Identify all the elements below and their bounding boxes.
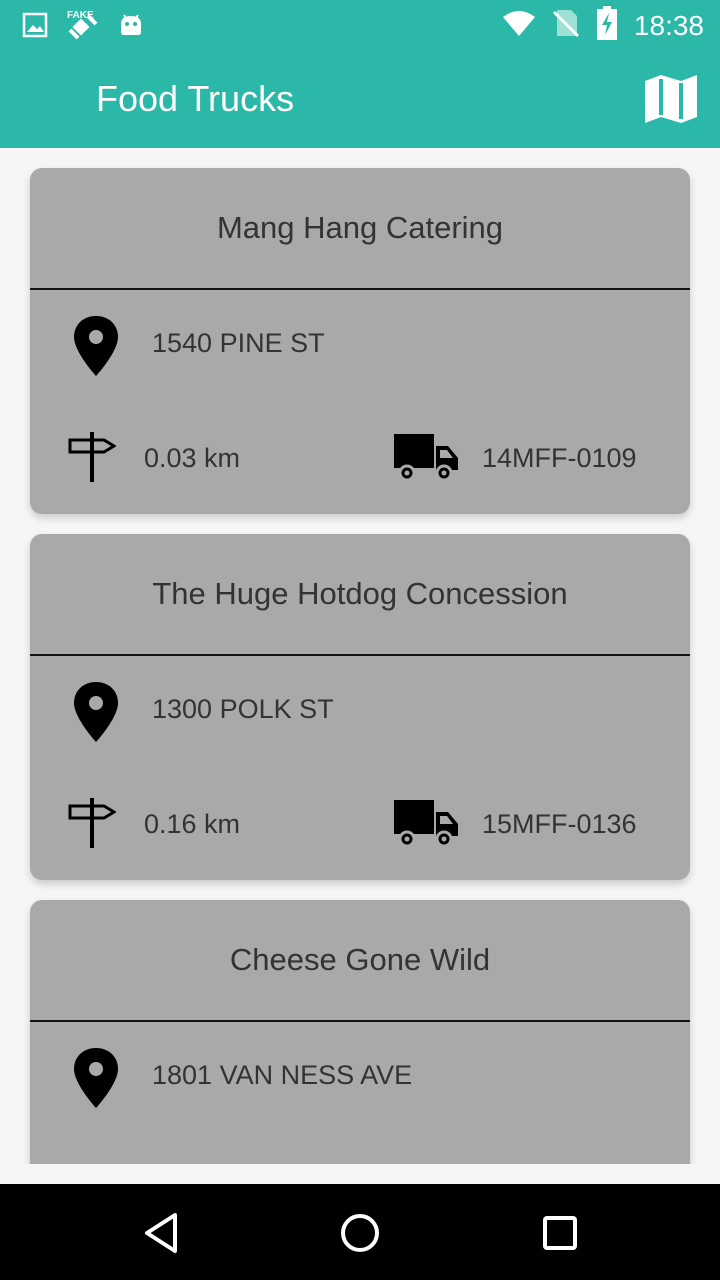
no-sim-icon [552,8,580,43]
truck-distance: 0.16 km [144,809,241,839]
fake-gps-icon: FAKE [66,8,100,47]
wifi-icon [502,9,536,42]
food-truck-list[interactable]: Mang Hang Catering 1540 PINE ST 0.03 km … [0,148,720,1164]
status-bar: FAKE 18:38 [0,0,720,48]
truck-card[interactable]: Mang Hang Catering 1540 PINE ST 0.03 km … [30,168,690,514]
truck-address: 1540 PINE ST [152,328,325,358]
signpost-icon [68,432,116,482]
divider [30,288,690,290]
location-pin-icon [74,1048,118,1108]
back-button[interactable] [138,1210,184,1256]
battery-charging-icon [596,6,618,45]
truck-address: 1801 VAN NESS AVE [152,1060,413,1090]
image-icon [22,12,48,43]
truck-icon [394,800,458,848]
divider [30,1020,690,1022]
navigation-bar [0,1184,720,1280]
truck-icon [394,434,458,482]
truck-distance: 0.03 km [144,443,241,473]
back-icon [145,1213,177,1253]
recents-icon [543,1216,577,1250]
truck-name: Cheese Gone Wild [229,942,491,977]
truck-name: The Huge Hotdog Concession [152,576,568,611]
status-time: 18:38 [633,9,704,41]
recents-button[interactable] [537,1210,583,1256]
android-icon [118,12,144,43]
truck-name: Mang Hang Catering [216,210,504,245]
truck-card[interactable]: The Huge Hotdog Concession 1300 POLK ST … [30,534,690,880]
home-icon [341,1214,379,1252]
map-icon [645,75,697,123]
location-pin-icon [74,682,118,742]
map-button[interactable] [642,70,700,128]
app-title: Food Trucks [96,78,295,119]
signpost-icon [68,798,116,848]
truck-permit: 15MFF-0136 [482,809,637,839]
truck-address: 1300 POLK ST [152,694,334,724]
app-bar: Food Trucks [0,48,720,148]
home-button[interactable] [337,1210,383,1256]
divider [30,654,690,656]
truck-card[interactable]: Cheese Gone Wild 1801 VAN NESS AVE [30,900,690,1164]
truck-permit: 14MFF-0109 [482,443,637,473]
location-pin-icon [74,316,118,376]
